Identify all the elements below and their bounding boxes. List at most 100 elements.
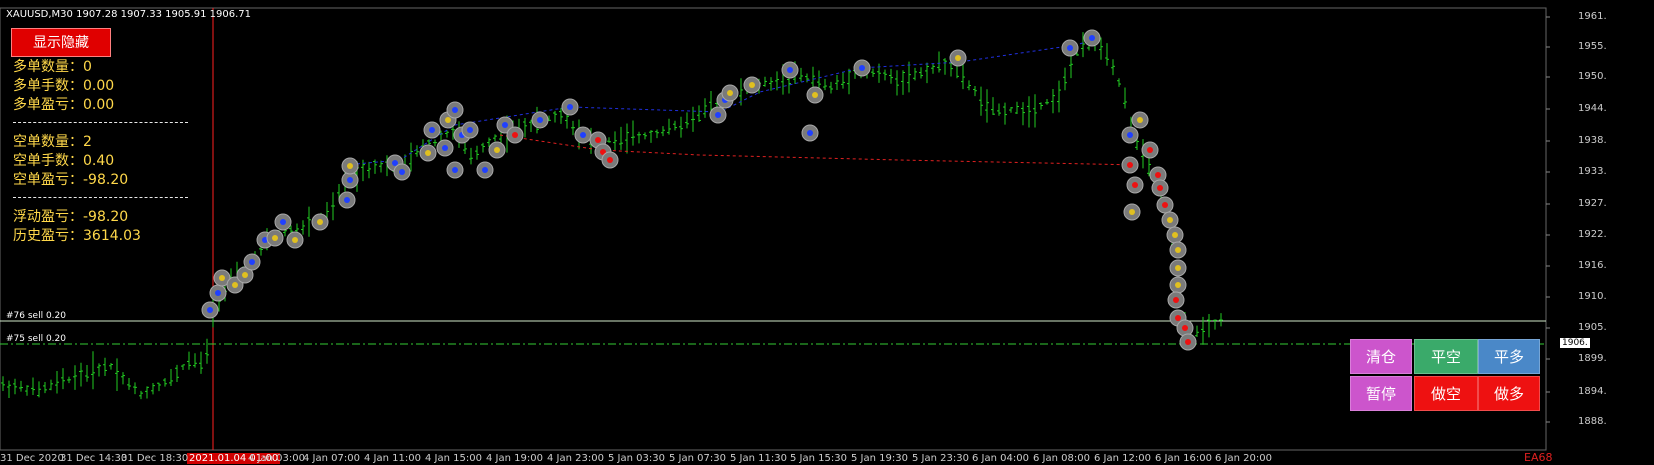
time-tick: 31 Dec 2020 <box>0 453 64 464</box>
time-tick: 4 Jan 03:00 <box>248 453 305 464</box>
order-76-label: #76 sell 0.20 <box>6 311 66 321</box>
trade-marker-dot <box>1172 232 1178 238</box>
close-short-button[interactable]: 平空 <box>1414 339 1478 374</box>
time-tick: 6 Jan 12:00 <box>1094 453 1151 464</box>
price-tick: 1927. <box>1578 198 1607 209</box>
long-count-label: 多单数量：0 <box>13 59 92 75</box>
trade-marker-dot <box>1157 185 1163 191</box>
trade-marker-dot <box>1089 35 1095 41</box>
trade-marker-dot <box>727 90 733 96</box>
trade-marker-dot <box>1162 202 1168 208</box>
time-tick: 4 Jan 07:00 <box>303 453 360 464</box>
trade-marker-dot <box>347 177 353 183</box>
price-tick: 1933. <box>1578 166 1607 177</box>
trade-marker-dot <box>399 169 405 175</box>
price-tick: 1950. <box>1578 71 1607 82</box>
price-tick: 1922. <box>1578 229 1607 240</box>
trade-marker-dot <box>1182 325 1188 331</box>
time-tick: 31 Dec 14:30 <box>60 453 128 464</box>
trade-marker-dot <box>494 147 500 153</box>
trade-marker-dot <box>502 122 508 128</box>
time-tick: 6 Jan 16:00 <box>1155 453 1212 464</box>
price-tick: 1899. <box>1578 353 1607 364</box>
trade-marker-dot <box>347 163 353 169</box>
short-pl-label: 空单盈亏：-98.20 <box>13 172 129 188</box>
trade-marker-dot <box>1175 265 1181 271</box>
price-tick: 1938. <box>1578 135 1607 146</box>
time-tick: 5 Jan 19:30 <box>851 453 908 464</box>
float-pl-label: 浮动盈亏：-98.20 <box>13 209 129 225</box>
trade-marker-dot <box>1167 217 1173 223</box>
time-tick: 4 Jan 19:00 <box>486 453 543 464</box>
trade-marker-dot <box>537 117 543 123</box>
trade-marker-dot <box>1147 147 1153 153</box>
trade-marker-dot <box>715 112 721 118</box>
trade-marker-dot <box>1175 282 1181 288</box>
trade-marker-dot <box>812 92 818 98</box>
trade-marker-dot <box>1127 132 1133 138</box>
panel-divider <box>13 122 188 123</box>
open-short-button[interactable]: 做空 <box>1414 376 1478 411</box>
close-long-button[interactable]: 平多 <box>1478 339 1540 374</box>
trade-marker-dot <box>1127 162 1133 168</box>
pause-button[interactable]: 暂停 <box>1350 376 1412 411</box>
trade-marker-dot <box>317 219 323 225</box>
time-tick: 5 Jan 03:30 <box>608 453 665 464</box>
trade-marker-dot <box>580 132 586 138</box>
trade-marker-dot <box>215 290 221 296</box>
toggle-visibility-button[interactable]: 显示隐藏 <box>11 28 111 57</box>
trade-marker-dot <box>955 55 961 61</box>
trade-marker-dot <box>1175 247 1181 253</box>
trade-marker-dot <box>425 150 431 156</box>
trade-marker-dot <box>429 127 435 133</box>
trade-marker-dot <box>1185 339 1191 345</box>
price-tick: 1944. <box>1578 103 1607 114</box>
trade-marker-dot <box>280 219 286 225</box>
short-count-label: 空单数量：2 <box>13 134 92 150</box>
time-tick: 4 Jan 23:00 <box>547 453 604 464</box>
time-tick: 5 Jan 11:30 <box>730 453 787 464</box>
time-tick: 4 Jan 15:00 <box>425 453 482 464</box>
order-75-label: #75 sell 0.20 <box>6 334 66 344</box>
open-long-button[interactable]: 做多 <box>1478 376 1540 411</box>
chart-frame <box>0 7 1547 451</box>
time-tick: 6 Jan 08:00 <box>1033 453 1090 464</box>
price-tick: 1910. <box>1578 291 1607 302</box>
long-pl-label: 多单盈亏：0.00 <box>13 97 115 113</box>
trade-marker-dot <box>1175 315 1181 321</box>
trade-marker-dot <box>467 127 473 133</box>
current-price-tag: 1906. <box>1560 338 1590 348</box>
time-tick: 6 Jan 04:00 <box>972 453 1029 464</box>
time-tick: 5 Jan 15:30 <box>790 453 847 464</box>
trade-marker-dot <box>452 167 458 173</box>
trade-marker-dot <box>482 167 488 173</box>
trade-marker-dot <box>1155 172 1161 178</box>
trade-marker-dot <box>445 117 451 123</box>
price-tick: 1955. <box>1578 41 1607 52</box>
price-tick: 1905. <box>1578 322 1607 333</box>
trade-marker-dot <box>1173 297 1179 303</box>
trade-marker-dot <box>512 132 518 138</box>
trade-marker-dot <box>1132 182 1138 188</box>
trade-marker-dot <box>787 67 793 73</box>
symbol-header: XAUUSD,M30 1907.28 1907.33 1905.91 1906.… <box>6 9 252 20</box>
short-lots-label: 空单手数：0.40 <box>13 153 115 169</box>
ea68-logo: EA68 <box>1524 451 1553 464</box>
trade-marker-dot <box>807 130 813 136</box>
trade-marker-dot <box>292 237 298 243</box>
price-tick: 1894. <box>1578 386 1607 397</box>
trade-marker-dot <box>219 275 225 281</box>
trade-marker-dot <box>567 104 573 110</box>
time-tick: 5 Jan 23:30 <box>912 453 969 464</box>
close-all-button[interactable]: 清仓 <box>1350 339 1412 374</box>
price-tick: 1888. <box>1578 416 1607 427</box>
trade-marker-dot <box>272 235 278 241</box>
trade-marker-dot <box>242 272 248 278</box>
trade-marker-dot <box>1129 209 1135 215</box>
trade-marker-dot <box>859 65 865 71</box>
time-tick: 4 Jan 11:00 <box>364 453 421 464</box>
history-pl-label: 历史盈亏：3614.03 <box>13 228 141 244</box>
time-tick: 5 Jan 07:30 <box>669 453 726 464</box>
trade-marker-dot <box>344 197 350 203</box>
price-tick: 1961. <box>1578 11 1607 22</box>
